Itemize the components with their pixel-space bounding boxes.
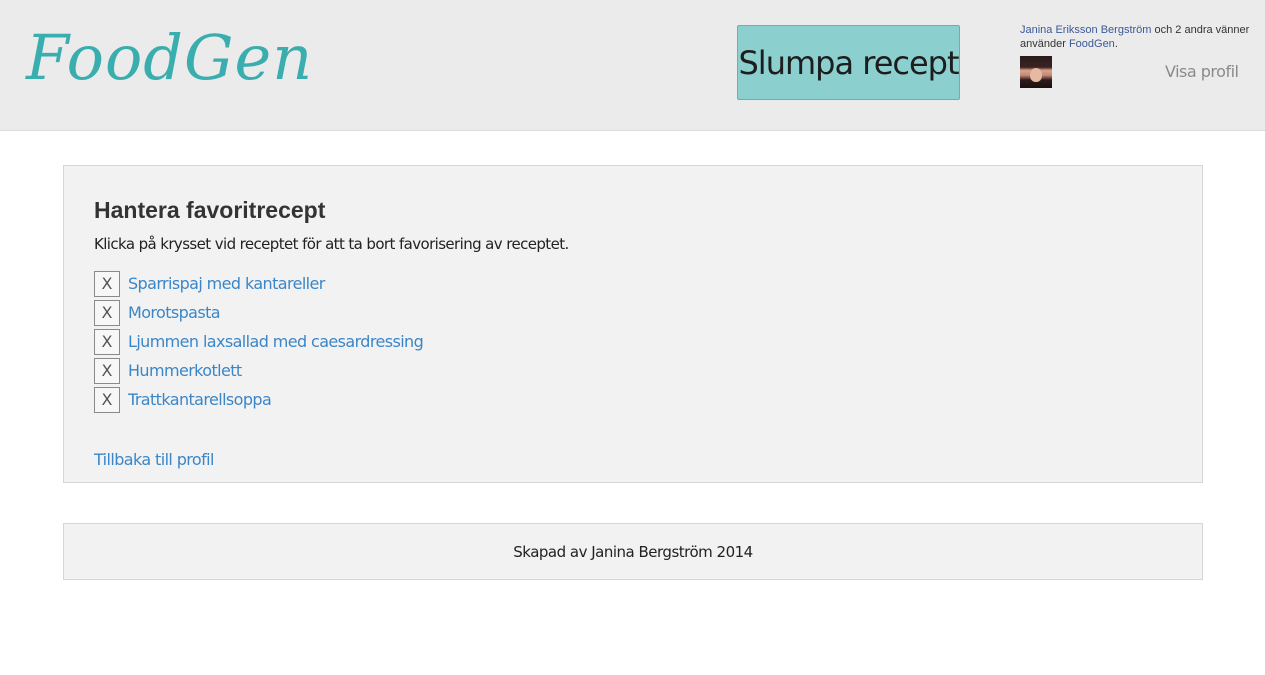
recipe-link[interactable]: Trattkantarellsoppa xyxy=(128,390,272,409)
list-item: X Sparrispaj med kantareller xyxy=(94,269,423,298)
instruction-text: Klicka på krysset vid receptet för att t… xyxy=(94,235,569,253)
list-item: X Hummerkotlett xyxy=(94,356,423,385)
footer-credit: Skapad av Janina Bergström 2014 xyxy=(513,542,753,561)
social-end-text: . xyxy=(1114,38,1118,50)
remove-favorite-button[interactable]: X xyxy=(94,328,120,355)
list-item: X Morotspasta xyxy=(94,298,423,327)
remove-favorite-button[interactable]: X xyxy=(94,386,120,413)
list-item: X Ljummen laxsallad med caesardressing xyxy=(94,327,424,356)
back-to-profile-link[interactable]: Tillbaka till profil xyxy=(94,450,214,469)
random-recipe-button[interactable]: Slumpa recept xyxy=(737,25,960,100)
recipe-link[interactable]: Morotspasta xyxy=(128,303,221,322)
favorites-panel: Hantera favoritrecept Klicka på krysset … xyxy=(63,165,1203,483)
remove-favorite-button[interactable]: X xyxy=(94,357,120,384)
recipe-link[interactable]: Hummerkotlett xyxy=(128,361,242,380)
app-name-link[interactable]: FoodGen xyxy=(1069,38,1115,50)
remove-favorite-button[interactable]: X xyxy=(94,299,120,326)
site-header: FoodGen Slumpa recept Janina Eriksson Be… xyxy=(0,0,1265,131)
avatar[interactable] xyxy=(1020,56,1052,88)
site-footer: Skapad av Janina Bergström 2014 xyxy=(63,523,1203,580)
favorites-list: X Sparrispaj med kantareller X Morotspas… xyxy=(94,269,424,414)
foodgen-logo[interactable]: FoodGen xyxy=(26,18,313,98)
list-item: X Trattkantarellsoppa xyxy=(94,385,423,414)
page-title: Hantera favoritrecept xyxy=(94,197,326,223)
recipe-link[interactable]: Sparrispaj med kantareller xyxy=(128,274,325,293)
social-friends-text: Janina Eriksson Bergström och 2 andra vä… xyxy=(1020,23,1260,51)
recipe-link[interactable]: Ljummen laxsallad med caesardressing xyxy=(128,332,424,351)
remove-favorite-button[interactable]: X xyxy=(94,270,120,297)
friend-name-link[interactable]: Janina Eriksson Bergström xyxy=(1020,24,1151,36)
view-profile-link[interactable]: Visa profil xyxy=(1165,62,1239,81)
